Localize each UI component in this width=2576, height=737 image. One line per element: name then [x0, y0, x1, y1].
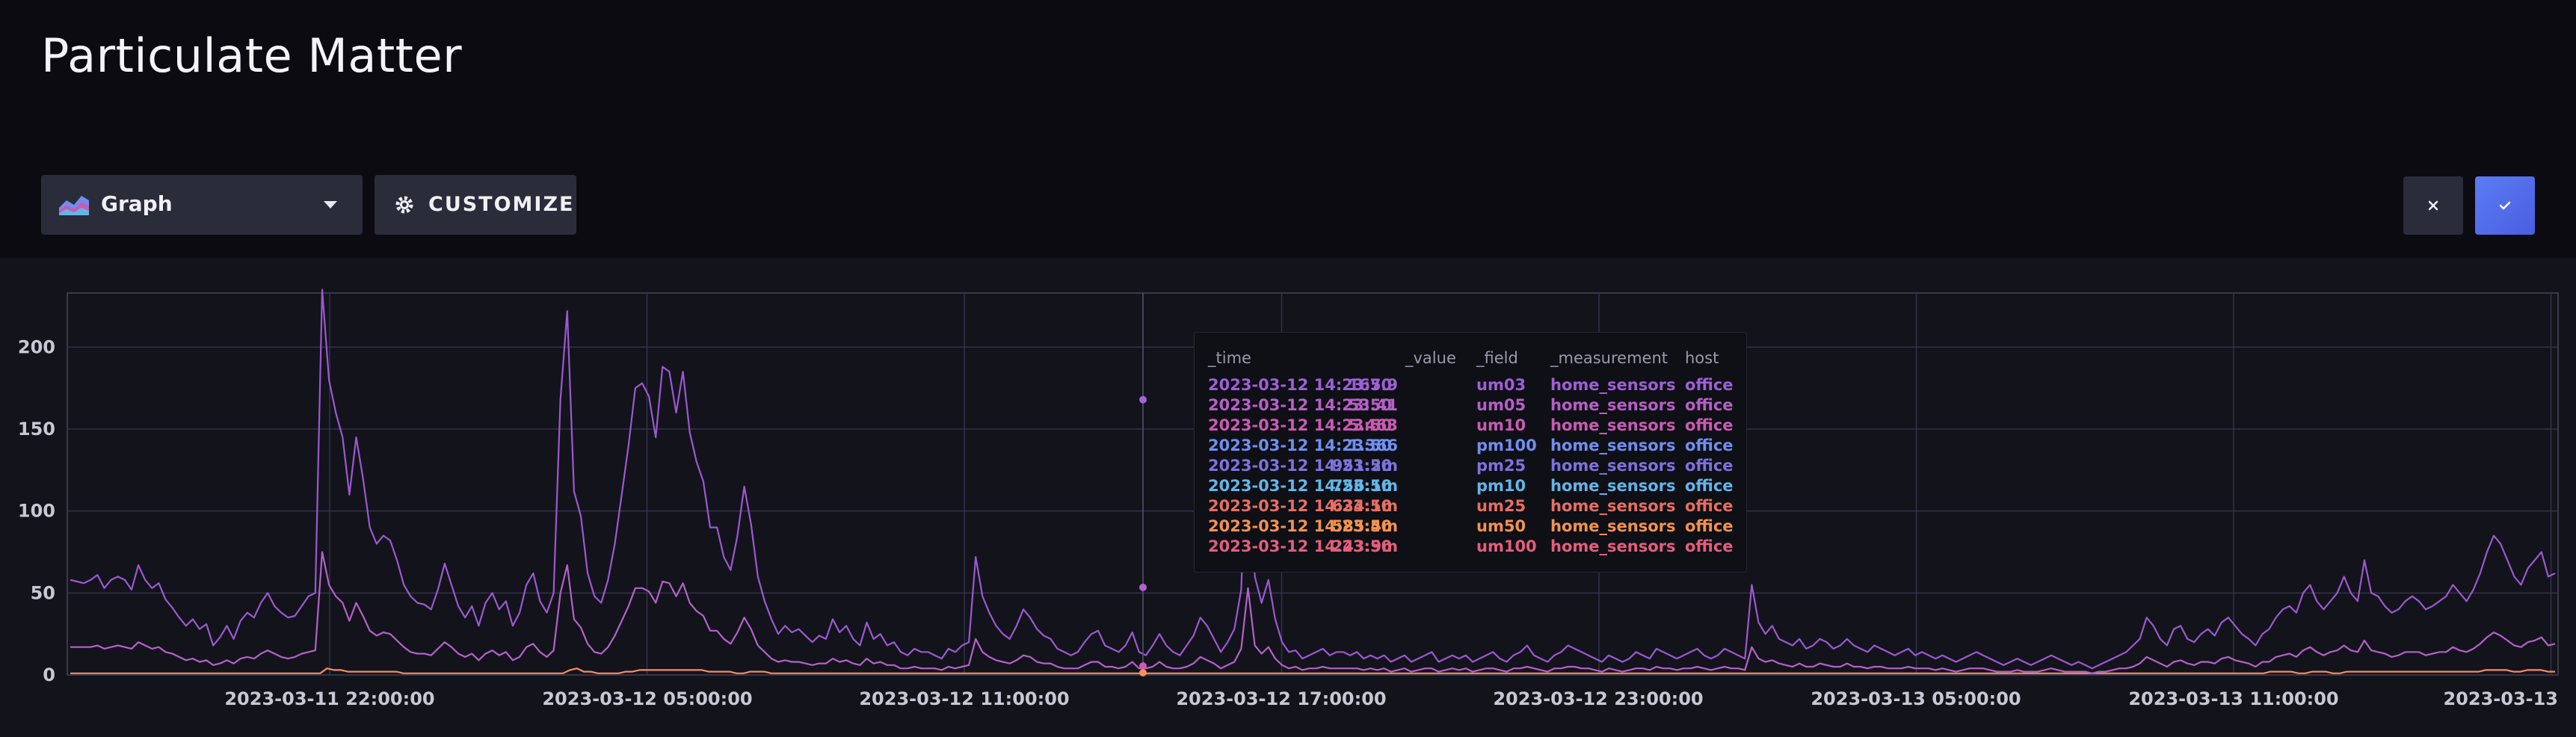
page-title: Particulate Matter — [41, 28, 463, 83]
x-tick-label: 2023-03-13 05:00:00 — [1811, 688, 2021, 709]
tooltip-value: 1.366 — [1348, 437, 1398, 454]
hover-point — [1139, 583, 1147, 591]
y-tick-label: 100 — [18, 501, 55, 522]
tooltip-value: 756.1m — [1331, 477, 1398, 495]
tooltip-host: office — [1685, 457, 1734, 475]
hover-point — [1139, 395, 1147, 404]
tooltip-value: 5.463 — [1348, 416, 1398, 434]
y-tick-label: 200 — [18, 336, 55, 357]
top-bar: Particulate Matter Graph CUSTOMIZE — [0, 0, 2576, 258]
graph-panel: 0 50 100 150 200 2023-03-11 22:00:00 2023-03-1… — [0, 258, 2576, 737]
tooltip-host: office — [1685, 477, 1734, 495]
tooltip-row: 2023-03-12 14:23:50 5.463 um10 home_sensors… — [1195, 416, 1746, 437]
x-tick-label: 2023-03-12 17:00:00 — [1176, 688, 1386, 709]
tooltip-measurement: home_sensors — [1550, 517, 1676, 535]
tooltip-measurement: home_sensors — [1550, 497, 1676, 515]
save-button[interactable] — [2475, 176, 2535, 235]
tooltip-field: um50 — [1476, 517, 1526, 535]
tooltip-value: 951.2m — [1331, 457, 1398, 475]
hover-point — [1139, 662, 1147, 670]
x-tick-label: 2023-03-11 22:00:00 — [224, 688, 434, 709]
y-tick-label: 50 — [31, 582, 55, 603]
visualization-type-dropdown[interactable]: Graph — [41, 175, 363, 235]
tooltip-field: um03 — [1476, 376, 1526, 394]
tooltip-row: 2023-03-12 14:23:50 585.4m um50 home_sensor… — [1195, 517, 1746, 537]
tooltip-measurement: home_sensors — [1550, 537, 1676, 555]
x-tick-label: 2023-03-12 11:00:00 — [859, 688, 1069, 709]
tooltip-value: 243.9m — [1331, 537, 1398, 555]
tooltip-row: 2023-03-12 14:23:50 756.1m pm10 home_sensor… — [1195, 477, 1746, 497]
tooltip-value: 53.41 — [1348, 396, 1398, 414]
tooltip-field: um100 — [1476, 537, 1537, 555]
x-tick-label: 2023-03-12 05:00:00 — [542, 688, 752, 709]
tooltip-row: 2023-03-12 14:23:50 167.9 um03 home_sensors… — [1195, 376, 1746, 396]
cancel-button[interactable] — [2403, 176, 2463, 235]
tooltip-value: 167.9 — [1348, 376, 1398, 394]
header-host: host — [1685, 349, 1719, 367]
x-tick-label: 2023-03-13 — [2443, 688, 2558, 709]
tooltip-host: office — [1685, 396, 1734, 414]
header-measurement: _measurement — [1550, 349, 1668, 367]
customize-button[interactable]: CUSTOMIZE — [375, 175, 576, 235]
y-tick-label: 0 — [43, 664, 55, 685]
close-icon — [2428, 200, 2438, 211]
hover-point — [1139, 669, 1147, 677]
tooltip-measurement: home_sensors — [1550, 396, 1676, 414]
x-tick-label: 2023-03-13 11:00:00 — [2128, 688, 2338, 709]
tooltip-host: office — [1685, 517, 1734, 535]
customize-label: CUSTOMIZE — [428, 193, 575, 216]
tooltip-host: office — [1685, 376, 1734, 394]
tooltip-row: 2023-03-12 14:23:50 243.9m um100 home_senso… — [1195, 537, 1746, 558]
visualization-type-label: Graph — [101, 191, 173, 216]
tooltip-row: 2023-03-12 14:23:50 951.2m pm25 home_sensor… — [1195, 457, 1746, 477]
gear-icon — [395, 196, 413, 214]
tooltip-row: 2023-03-12 14:23:50 53.41 um05 home_sensors… — [1195, 396, 1746, 416]
checkmark-icon — [2499, 201, 2511, 210]
chevron-down-icon — [324, 201, 337, 209]
tooltip-host: office — [1685, 537, 1734, 555]
y-tick-label: 150 — [18, 419, 55, 440]
header-value: _value — [1405, 349, 1456, 367]
tooltip-host: office — [1685, 497, 1734, 515]
tooltip-field: pm10 — [1476, 477, 1526, 495]
tooltip-measurement: home_sensors — [1550, 416, 1676, 434]
tooltip-field: um10 — [1476, 416, 1526, 434]
tooltip-measurement: home_sensors — [1550, 376, 1676, 394]
graph-icon — [59, 196, 89, 215]
tooltip-field: um25 — [1476, 497, 1526, 515]
tooltip-host: office — [1685, 437, 1734, 454]
tooltip-row: 2023-03-12 14:23:50 634.1m um25 home_sensor… — [1195, 497, 1746, 517]
tooltip-measurement: home_sensors — [1550, 437, 1676, 454]
tooltip-measurement: home_sensors — [1550, 477, 1676, 495]
hover-tooltip: _time _value _field _measurement host 20… — [1194, 332, 1747, 573]
tooltip-field: pm100 — [1476, 437, 1537, 454]
x-tick-label: 2023-03-12 23:00:00 — [1493, 688, 1703, 709]
tooltip-value: 634.1m — [1331, 497, 1398, 515]
header-time: _time — [1208, 349, 1251, 367]
header-field: _field — [1476, 349, 1518, 367]
tooltip-field: pm25 — [1476, 457, 1526, 475]
tooltip-value: 585.4m — [1331, 517, 1398, 535]
tooltip-measurement: home_sensors — [1550, 457, 1676, 475]
tooltip-host: office — [1685, 416, 1734, 434]
tooltip-field: um05 — [1476, 396, 1526, 414]
tooltip-row: 2023-03-12 14:23:50 1.366 pm100 home_sensor… — [1195, 437, 1746, 457]
